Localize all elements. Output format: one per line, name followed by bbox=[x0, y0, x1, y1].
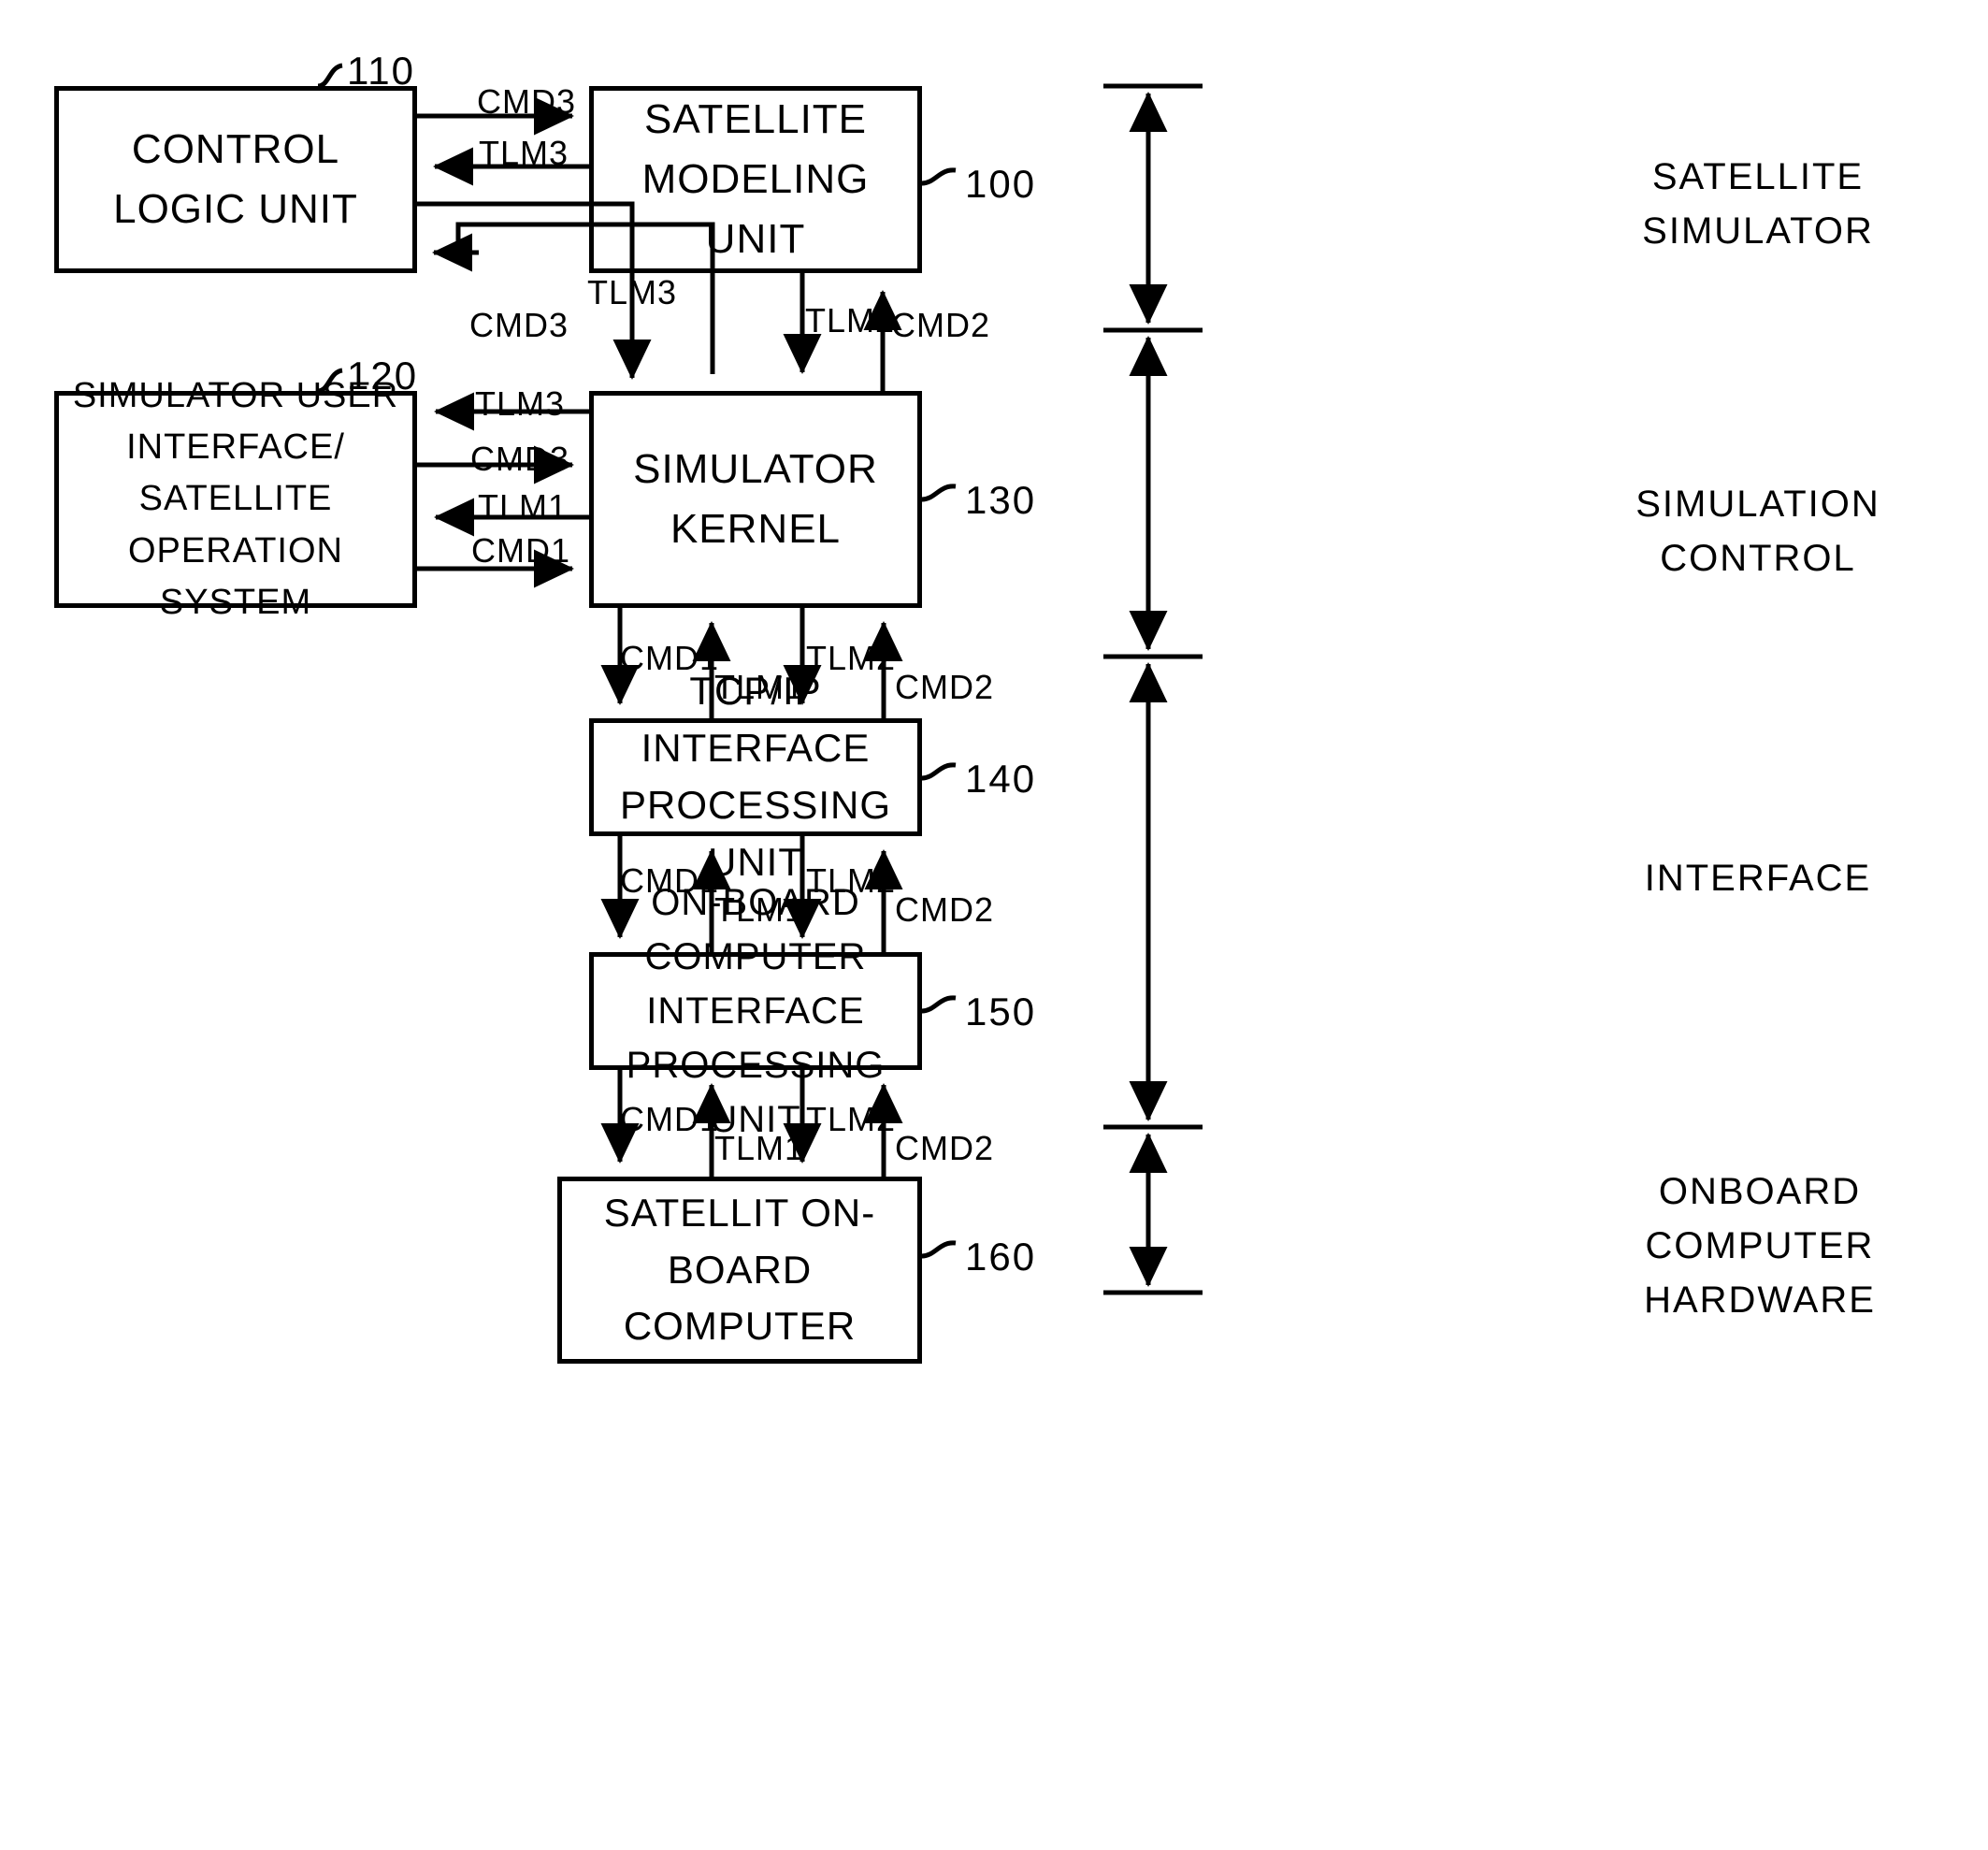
block-simulator-kernel: SIMULATOR KERNEL bbox=[589, 391, 922, 608]
edge-label: TLM1 bbox=[714, 668, 805, 706]
block-label-line: SATELLIT ON-BOARD COMPUTER bbox=[603, 1190, 876, 1349]
edge-label: CMD1 bbox=[620, 861, 720, 900]
reference-numeral-160: 160 bbox=[965, 1235, 1037, 1279]
edge-label: TLM2 bbox=[806, 861, 897, 900]
block-label-line: SIMULATOR KERNEL bbox=[633, 446, 878, 552]
block-satellite-modeling-unit: SATELLITE MODELING UNIT bbox=[589, 86, 922, 273]
section-label-simulation-control: SIMULATION CONTROL bbox=[1635, 484, 1880, 579]
block-label-line: LOGIC UNIT bbox=[113, 186, 358, 232]
reference-numeral-130: 130 bbox=[965, 478, 1037, 522]
section-label-satellite-simulator: SATELLITE SIMULATOR bbox=[1642, 156, 1874, 252]
leader-110 bbox=[317, 63, 343, 89]
section-label-onboard-computer-hardware: ONBOARD COMPUTER HARDWARE bbox=[1644, 1171, 1876, 1321]
leader-130 bbox=[921, 484, 957, 502]
edge-label: TLM3 bbox=[479, 134, 569, 172]
edge-label: TLM1 bbox=[714, 1129, 805, 1167]
edge-label: CMD2 bbox=[895, 890, 995, 929]
patent-figure-canvas: CONTROL LOGIC UNIT SATELLITE MODELING UN… bbox=[0, 0, 1988, 1850]
edge-label: CMD2 bbox=[891, 306, 991, 344]
edge-label: TLM1 bbox=[478, 487, 569, 526]
leader-140 bbox=[921, 762, 957, 781]
reference-numeral-120: 120 bbox=[347, 354, 419, 397]
reference-numeral-110: 110 bbox=[347, 49, 415, 93]
block-tcp-ip-interface-processing-unit: TCP/IP INTERFACE PROCESSING UNIT bbox=[589, 669, 922, 884]
block-label-line: CONTROL bbox=[131, 126, 340, 173]
reference-numeral-150: 150 bbox=[965, 990, 1037, 1033]
edge-label: TLM2 bbox=[805, 301, 896, 340]
block-label-line: SATELLITE bbox=[643, 96, 868, 143]
reference-numeral-140: 140 bbox=[965, 757, 1037, 801]
edge-label: TLM1 bbox=[714, 890, 805, 929]
block-label-line: MODELING UNIT bbox=[641, 156, 870, 262]
edge-label: CMD2 bbox=[895, 668, 995, 706]
block-satellite-on-board-computer: SATELLIT ON-BOARD COMPUTER bbox=[557, 1177, 922, 1364]
edge-label: CMD2 bbox=[895, 1129, 995, 1167]
edge-label: CMD3 bbox=[470, 440, 570, 478]
block-label-line: INTERFACE PROCESSING bbox=[626, 990, 886, 1086]
leader-160 bbox=[921, 1240, 957, 1259]
edge-label: CMD1 bbox=[620, 1100, 720, 1138]
reference-numeral-100: 100 bbox=[965, 162, 1037, 206]
block-control-logic-unit: CONTROL LOGIC UNIT bbox=[54, 86, 417, 273]
leader-100 bbox=[921, 167, 957, 186]
block-simulator-user-interface: SIMULATOR USER INTERFACE/ SATELLITE OPER… bbox=[54, 376, 417, 622]
section-label-interface: INTERFACE bbox=[1644, 858, 1872, 899]
block-label-line: SATELLITE OPERATION SYSTEM bbox=[128, 479, 343, 622]
edge-label: CMD1 bbox=[471, 531, 571, 570]
edge-label: TLM3 bbox=[475, 384, 566, 423]
edge-label: TLM3 bbox=[587, 273, 678, 311]
edge-label: CMD1 bbox=[620, 639, 720, 677]
edge-label: TLM2 bbox=[806, 639, 897, 677]
block-on-board-computer-interface-processing-unit: ON-BOARD COMPUTER INTERFACE PROCESSING U… bbox=[589, 882, 922, 1140]
edge-label: CMD3 bbox=[469, 306, 569, 344]
edge-label: CMD3 bbox=[477, 82, 577, 121]
edge-label: TLM2 bbox=[806, 1100, 897, 1138]
leader-150 bbox=[921, 995, 957, 1014]
